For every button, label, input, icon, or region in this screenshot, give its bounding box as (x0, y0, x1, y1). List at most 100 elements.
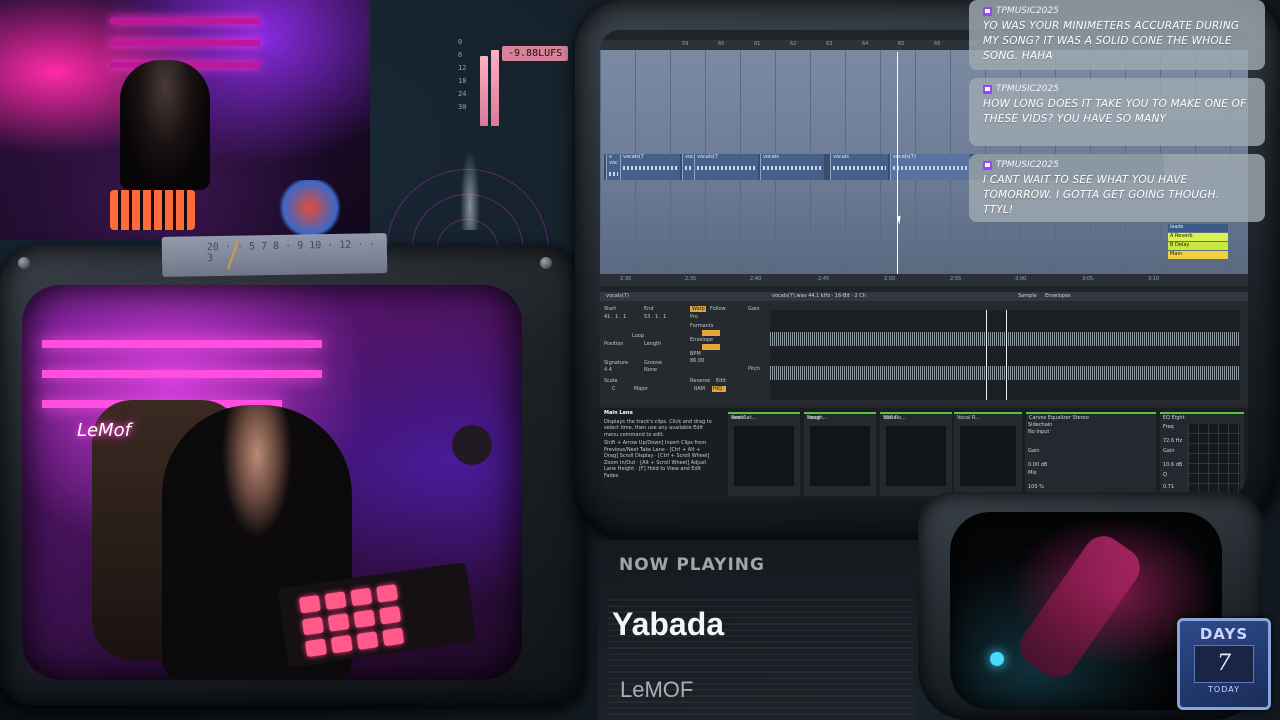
device-dropdown[interactable]: none (808, 415, 820, 493)
ruler-tick: 59 (682, 41, 689, 47)
meter-scale: 0 6 12 18 24 30 (458, 36, 476, 114)
clip-name[interactable]: vocals(7) (606, 293, 629, 299)
info-view-hints: Shift + Arrow Up/Down] Insert Clips from… (604, 440, 710, 479)
start-field[interactable]: 41 . 1 . 1 (604, 314, 626, 320)
device-dropdown[interactable]: none (884, 415, 896, 493)
audio-clip[interactable]: voc (682, 154, 694, 180)
now-playing-label: NOW PLAYING (619, 555, 765, 575)
follow-toggle[interactable]: Follow (710, 306, 726, 312)
audio-clip[interactable]: v voc (606, 154, 620, 180)
eq-q-label: Q (1163, 472, 1167, 478)
sidechain-section[interactable]: Sidechain No Input Gain 0.00 dB Mix 100 … (1025, 420, 1067, 494)
frame-rivet (18, 257, 30, 269)
ruler-tick: 63 (826, 41, 833, 47)
loudness-meter: 0 6 12 18 24 30 -9.88LUFS (458, 36, 569, 136)
loop-toggle[interactable]: Loop (632, 333, 644, 339)
chat-text: HOW LONG DOES IT TAKE YOU TO MAKE ONE OF… (983, 98, 1247, 125)
groove-label: Groove (644, 360, 662, 366)
position-label: Position (604, 341, 624, 347)
playhead[interactable] (897, 52, 898, 282)
light-streak (1012, 528, 1148, 686)
chat-user-name: TPMUSIC2025 (996, 84, 1059, 94)
info-view: Main Lane Displays the track's clips. Cl… (604, 410, 716, 479)
sidechain-input-select[interactable]: No Input (1028, 429, 1049, 435)
waveform-playhead[interactable] (1006, 310, 1007, 400)
chat-message: TPMUSIC2025 YO WAS YOUR MINIMETERS ACCUR… (969, 0, 1265, 70)
time-ruler[interactable]: 2:30 2:35 2:40 2:45 2:50 2:55 3:00 3:05 … (600, 274, 1248, 286)
device-rack[interactable]: SSO Ro... none (880, 412, 952, 496)
audio-clip[interactable]: vocals(7 (694, 154, 758, 180)
meter-bar-left (480, 56, 488, 126)
bpm-field[interactable]: 86.00 (690, 358, 704, 364)
scale-mode-select[interactable]: Major (634, 386, 648, 392)
device-rack[interactable]: Rough... none (804, 412, 876, 496)
eq-gain-value[interactable]: 10.6 dB (1163, 462, 1182, 468)
tab-envelopes[interactable]: Envelopes (1045, 293, 1071, 299)
meter-scale-tick: 30 (458, 103, 467, 111)
ram-toggle[interactable]: RAM (694, 386, 705, 392)
track-header[interactable]: leads (1168, 224, 1228, 232)
envelope-slider[interactable] (702, 344, 720, 350)
gain-value[interactable]: 0.00 dB (1028, 462, 1047, 468)
waveform-marker[interactable] (986, 310, 987, 400)
now-playing-artist: LeMOF (620, 677, 694, 702)
time-tick: 3:05 (1082, 276, 1094, 282)
chat-message: TPMUSIC2025 I CANT WAIT TO SEE WHAT YOU … (969, 154, 1265, 222)
groove-select[interactable]: None (644, 367, 657, 373)
track-header[interactable]: Main (1168, 251, 1228, 259)
meter-scale-tick: 12 (458, 64, 467, 72)
tab-sample[interactable]: Sample (1018, 293, 1037, 299)
lufs-readout: -9.88LUFS (502, 46, 569, 61)
device-dropdown[interactable]: none (732, 415, 744, 493)
formants-slider[interactable] (702, 330, 720, 336)
audio-clip[interactable]: vocals(7 (620, 154, 680, 180)
twitch-icon (983, 6, 992, 16)
sidechain-label: Sidechain (1028, 422, 1053, 428)
mix-value[interactable]: 100 % (1028, 484, 1044, 490)
waveform-channel-right (770, 366, 1240, 380)
neon-sign: LeMof (77, 420, 131, 441)
scale-key-select[interactable]: C (612, 386, 616, 392)
length-label: Length (644, 341, 662, 347)
toy-figure (275, 180, 345, 235)
clip-view[interactable]: vocals(7) vocals(7).wav 44.1 kHz · 16-Bi… (600, 292, 1248, 407)
track-header[interactable]: A Reverb (1168, 233, 1228, 241)
meter-scale-tick: 0 (458, 38, 463, 46)
eq-eight-device[interactable]: EQ Eight Freq 72.6 Hz Gain 10.6 dB Q 0.7… (1160, 412, 1244, 496)
scale-label: Scale (604, 378, 618, 384)
eq-gain-label: Gain (1163, 448, 1175, 454)
audio-clip[interactable]: vocals (760, 154, 824, 180)
reverse-button[interactable]: Reverse (690, 378, 710, 384)
eq-freq-value[interactable]: 72.6 Hz (1163, 438, 1182, 444)
audio-clip[interactable]: vocals (830, 154, 888, 180)
warp-mode-select[interactable]: Pro (690, 314, 698, 320)
time-tick: 2:30 (620, 276, 632, 282)
edit-button[interactable]: Edit (716, 378, 726, 384)
meter-bar-right (491, 50, 499, 126)
end-field[interactable]: 53 . 1 . 1 (644, 314, 666, 320)
clip-properties: Start End 41 . 1 . 1 53 . 1 . 1 Loop Pos… (604, 304, 764, 404)
eq-q-value[interactable]: 0.71 (1163, 484, 1174, 490)
signature-field[interactable]: 4 4 (604, 367, 612, 373)
track-header[interactable]: B Delay (1168, 242, 1228, 250)
vu-tape: 20 · · 5 7 8 · 9 10 · 12 · · 3 (161, 233, 388, 277)
chat-message: TPMUSIC2025 HOW LONG DOES IT TAKE YOU TO… (969, 78, 1265, 146)
device-chain[interactable]: Main Lane Displays the track's clips. Cl… (600, 408, 1248, 500)
gain-knob-label: Gain (1028, 448, 1040, 454)
chat-username: TPMUSIC2025 (983, 6, 1253, 16)
time-tick: 3:00 (1015, 276, 1027, 282)
hiq-label: HiQ (713, 386, 723, 392)
led-light (990, 652, 1004, 666)
info-view-title: Main Lane (604, 410, 633, 416)
device-rack[interactable]: Vocal R... (954, 412, 1022, 496)
eq-curve-display[interactable] (1188, 424, 1240, 494)
bpm-label: BPM (690, 351, 701, 357)
meter-scale-tick: 24 (458, 90, 467, 98)
device-display (960, 426, 1016, 486)
ruler-tick: 64 (862, 41, 869, 47)
device-rack[interactable]: Real Sat... none (728, 412, 800, 496)
waveform-channel-left (770, 332, 1240, 346)
twitch-icon (983, 160, 992, 170)
sample-waveform[interactable] (770, 310, 1240, 400)
audio-clip-selected[interactable]: vocals(7) (890, 154, 970, 180)
